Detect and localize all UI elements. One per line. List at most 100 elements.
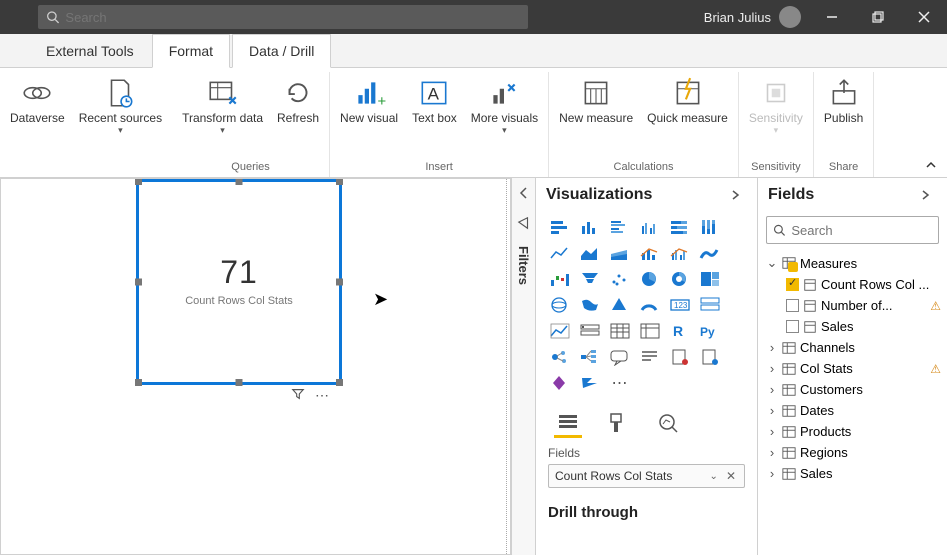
- viz-r-visual[interactable]: R: [666, 320, 694, 342]
- viz-clustered-column[interactable]: [636, 216, 664, 238]
- viz-scatter[interactable]: [606, 268, 634, 290]
- tab-format[interactable]: Format: [152, 34, 230, 68]
- well-fields[interactable]: Count Rows Col Stats ⌄ ✕: [548, 464, 745, 488]
- viz-stacked-column[interactable]: [576, 216, 604, 238]
- collapse-pane-button[interactable]: [919, 189, 937, 201]
- fields-search[interactable]: [766, 216, 939, 244]
- title-search[interactable]: [38, 5, 528, 29]
- table-products[interactable]: › Products: [758, 421, 947, 442]
- viz-matrix[interactable]: [636, 320, 664, 342]
- viz-100-stacked-column[interactable]: [696, 216, 724, 238]
- viz-line-clustered-column[interactable]: [666, 242, 694, 264]
- minimize-button[interactable]: [809, 0, 855, 34]
- viz-tab-analytics[interactable]: [654, 408, 682, 438]
- field-checkbox[interactable]: [786, 320, 799, 333]
- resize-handle[interactable]: [135, 379, 142, 386]
- viz-power-automate[interactable]: [576, 372, 604, 394]
- viz-line[interactable]: [546, 242, 574, 264]
- viz-smart-narrative[interactable]: [636, 346, 664, 368]
- viz-clustered-bar[interactable]: [606, 216, 634, 238]
- viz-multi-row-card[interactable]: [696, 294, 724, 316]
- resize-handle[interactable]: [336, 279, 343, 286]
- more-visuals-button[interactable]: More visuals ▾: [467, 72, 542, 136]
- viz-card[interactable]: 123: [666, 294, 694, 316]
- recent-sources-button[interactable]: Recent sources ▾: [75, 72, 166, 136]
- ribbon-collapse-button[interactable]: [925, 159, 937, 171]
- viz-filled-map[interactable]: [576, 294, 604, 316]
- publish-button[interactable]: Publish: [820, 72, 867, 125]
- title-search-input[interactable]: [65, 10, 520, 25]
- quick-measure-button[interactable]: Quick measure: [643, 72, 732, 125]
- viz-slicer[interactable]: [576, 320, 604, 342]
- more-options-icon[interactable]: ⋯: [315, 387, 331, 404]
- filter-icon[interactable]: [291, 387, 305, 404]
- field-checkbox[interactable]: [786, 278, 799, 291]
- viz-gauge[interactable]: [636, 294, 664, 316]
- viz-stacked-bar[interactable]: [546, 216, 574, 238]
- table-customers[interactable]: › Customers: [758, 379, 947, 400]
- viz-map[interactable]: [546, 294, 574, 316]
- tab-external-tools[interactable]: External Tools: [30, 35, 150, 67]
- viz-table[interactable]: [606, 320, 634, 342]
- viz-azure-map[interactable]: [606, 294, 634, 316]
- resize-handle[interactable]: [135, 279, 142, 286]
- ribbon-group-data: Dataverse Recent sources ▾: [0, 72, 172, 177]
- table-label: Regions: [800, 445, 941, 460]
- transform-data-button[interactable]: Transform data ▾: [178, 72, 267, 136]
- table-regions[interactable]: › Regions: [758, 442, 947, 463]
- viz-paginated-report[interactable]: [666, 346, 694, 368]
- viz-funnel[interactable]: [576, 268, 604, 290]
- table-col-stats[interactable]: › Col Stats ⚠: [758, 358, 947, 379]
- viz-area[interactable]: [576, 242, 604, 264]
- user-account[interactable]: Brian Julius: [704, 6, 801, 28]
- viz-pie[interactable]: [636, 268, 664, 290]
- chevron-down-icon[interactable]: ⌄: [708, 471, 720, 482]
- viz-decomposition-tree[interactable]: [576, 346, 604, 368]
- viz-python-visual[interactable]: Py: [696, 320, 724, 342]
- resize-handle[interactable]: [236, 178, 243, 185]
- filters-pane-collapsed[interactable]: Filters: [511, 178, 535, 555]
- close-button[interactable]: [901, 0, 947, 34]
- quick-measure-icon: [671, 76, 705, 110]
- viz-waterfall[interactable]: [546, 268, 574, 290]
- table-measures[interactable]: ⌄ Measures: [758, 252, 947, 274]
- table-channels[interactable]: › Channels: [758, 337, 947, 358]
- viz-tab-format[interactable]: [604, 408, 632, 438]
- viz-ribbon[interactable]: [696, 242, 724, 264]
- table-sales[interactable]: › Sales: [758, 463, 947, 484]
- viz-kpi[interactable]: [546, 320, 574, 342]
- viz-treemap[interactable]: [696, 268, 724, 290]
- table-dates[interactable]: › Dates: [758, 400, 947, 421]
- resize-handle[interactable]: [336, 178, 343, 185]
- viz-tab-fields[interactable]: [554, 408, 582, 438]
- viz-qna[interactable]: [606, 346, 634, 368]
- resize-handle[interactable]: [236, 379, 243, 386]
- new-measure-button[interactable]: New measure: [555, 72, 637, 125]
- field-number-of[interactable]: Number of... ⚠: [758, 295, 947, 316]
- field-count-rows[interactable]: Count Rows Col ...: [758, 274, 947, 295]
- viz-key-influencers[interactable]: [546, 346, 574, 368]
- dataverse-button[interactable]: Dataverse: [6, 72, 69, 136]
- refresh-button[interactable]: Refresh: [273, 72, 323, 136]
- resize-handle[interactable]: [336, 379, 343, 386]
- viz-donut[interactable]: [666, 268, 694, 290]
- fields-search-input[interactable]: [791, 223, 932, 238]
- maximize-button[interactable]: [855, 0, 901, 34]
- viz-arcgis-map[interactable]: [696, 346, 724, 368]
- viz-stacked-area[interactable]: [606, 242, 634, 264]
- tab-data-drill[interactable]: Data / Drill: [232, 34, 331, 68]
- report-canvas[interactable]: 71 Count Rows Col Stats ⋯ ➤: [0, 178, 511, 555]
- viz-100-stacked-bar[interactable]: [666, 216, 694, 238]
- card-visual[interactable]: 71 Count Rows Col Stats: [136, 179, 342, 385]
- chevron-down-icon: ▾: [502, 125, 507, 136]
- field-checkbox[interactable]: [786, 299, 799, 312]
- field-sales-measure[interactable]: Sales: [758, 316, 947, 337]
- viz-line-stacked-column[interactable]: [636, 242, 664, 264]
- resize-handle[interactable]: [135, 178, 142, 185]
- new-visual-button[interactable]: + New visual: [336, 72, 402, 136]
- text-box-button[interactable]: A Text box: [408, 72, 461, 136]
- viz-get-more[interactable]: ⋯: [606, 372, 634, 394]
- viz-power-apps[interactable]: [546, 372, 574, 394]
- collapse-pane-button[interactable]: [729, 189, 747, 201]
- remove-field-button[interactable]: ✕: [724, 469, 738, 483]
